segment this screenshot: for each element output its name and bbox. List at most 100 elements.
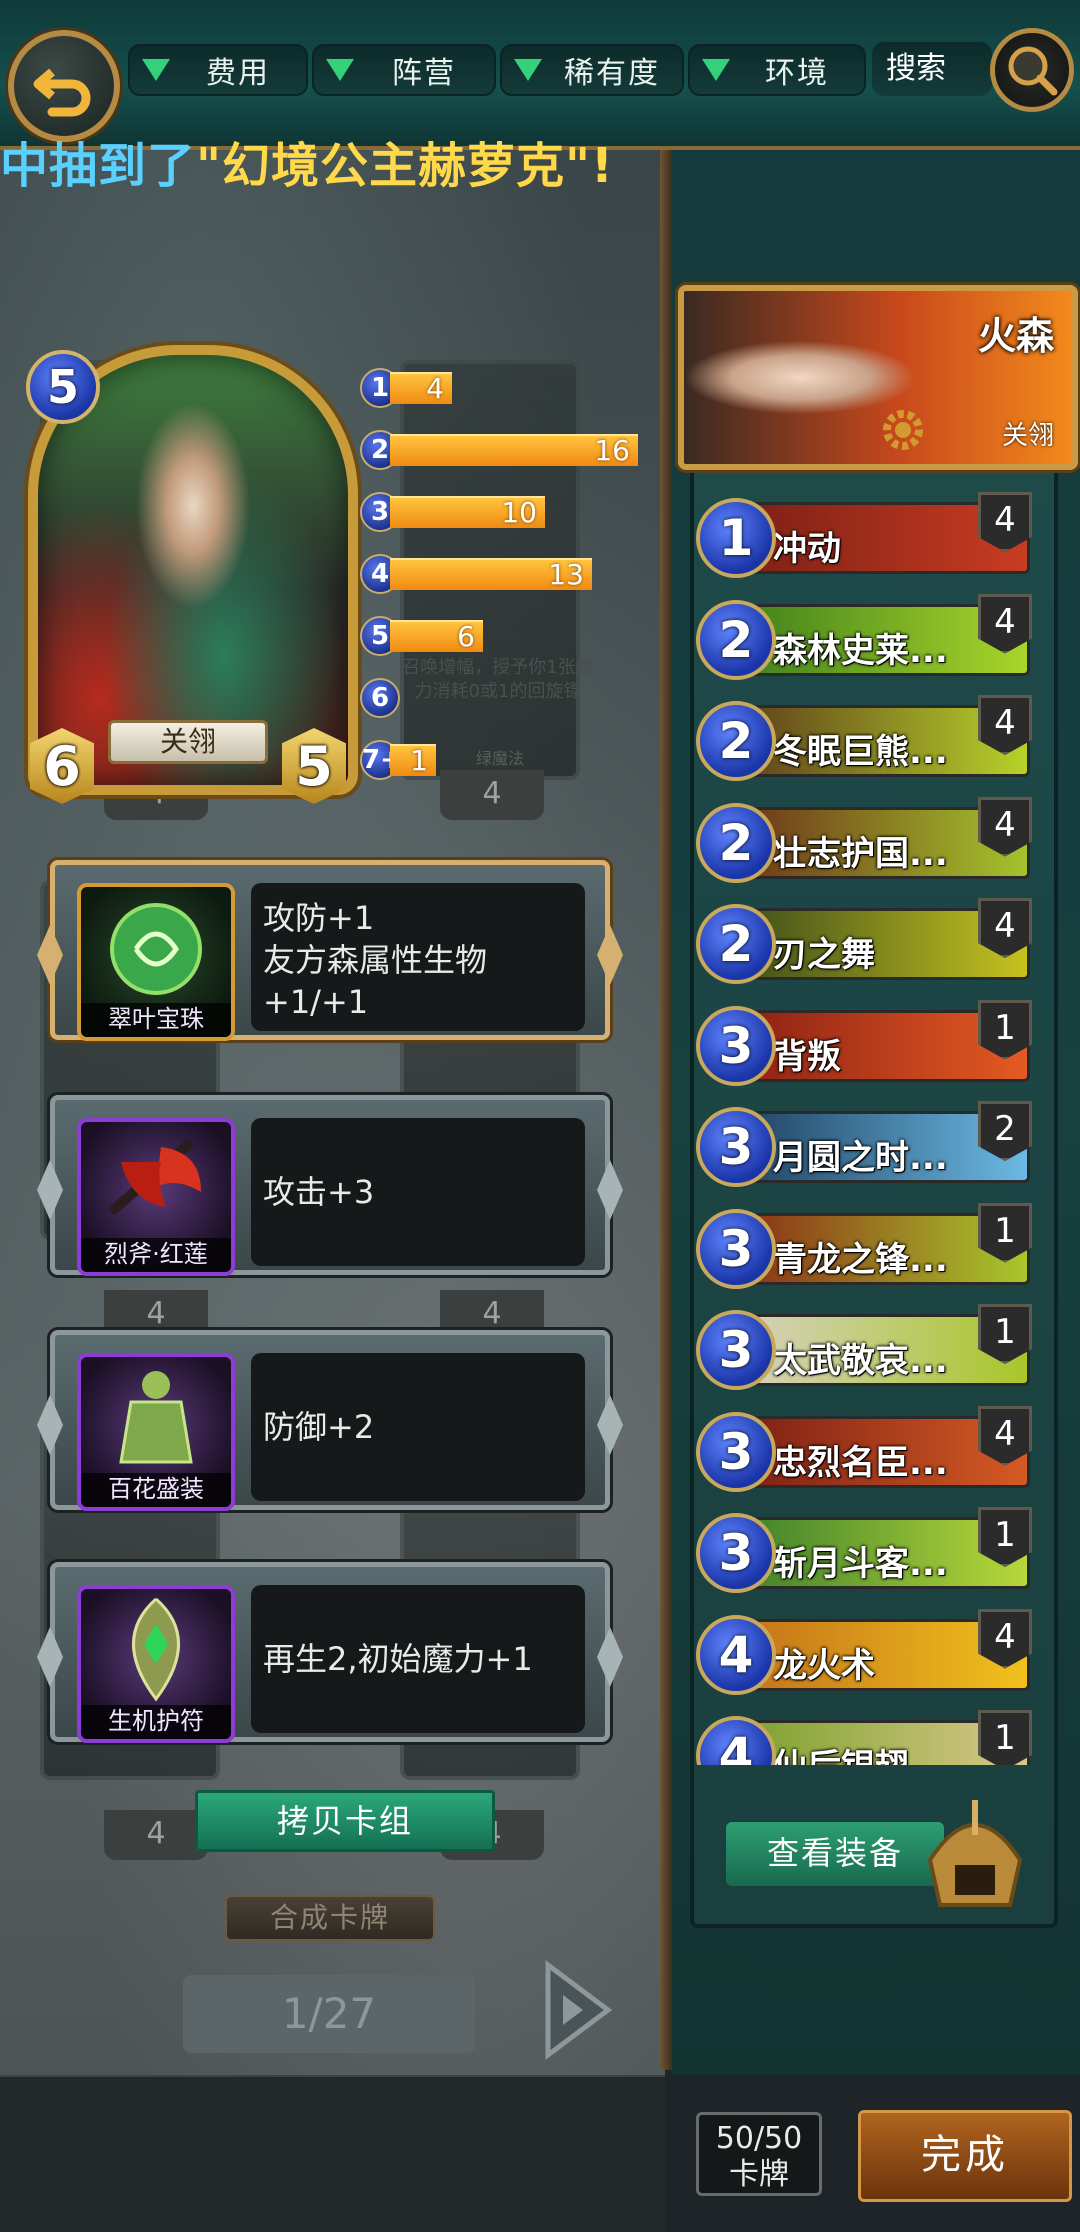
armor-graphic bbox=[119, 1371, 193, 1464]
helmet-icon bbox=[927, 1800, 1023, 1907]
histogram-row: 3 10 bbox=[360, 492, 640, 532]
histogram-bar: 10 bbox=[390, 496, 545, 528]
deck-card-name: 冬眠巨熊... bbox=[773, 732, 948, 772]
done-button[interactable]: 完成 bbox=[858, 2110, 1072, 2202]
mini-card-type: 绿魔法 bbox=[475, 749, 524, 768]
back-arrow-icon bbox=[33, 68, 91, 117]
amulet-icon: 生机护符 bbox=[77, 1585, 235, 1743]
filter-faction[interactable]: 阵营 bbox=[312, 44, 496, 96]
deck-card-item[interactable]: 仙后银翅...41 bbox=[696, 1710, 1036, 1765]
deck-card-cost: 2 bbox=[696, 599, 776, 680]
dropdown-triangle-icon bbox=[514, 59, 542, 81]
deck-card-name: 壮志护国... bbox=[773, 833, 948, 874]
deck-card-item[interactable]: 忠烈名臣... 3 4 bbox=[696, 1405, 1036, 1496]
histogram-row: 14 bbox=[360, 368, 640, 408]
deck-count-value: 50/50 bbox=[715, 2121, 803, 2156]
equipment-name: 烈斧·红莲 bbox=[81, 1238, 231, 1272]
equipment-slot[interactable]: 烈斧·红莲 攻击+3 bbox=[37, 1095, 623, 1276]
deck-card-name: 刃之舞 bbox=[773, 935, 875, 975]
equipment-slot[interactable]: 百花盛装 防御+2 bbox=[37, 1330, 623, 1511]
histogram-bar: 16 bbox=[390, 434, 638, 466]
deck-card-count: 50/50 卡牌 bbox=[696, 2112, 822, 2196]
equipment-name: 翠叶宝珠 bbox=[81, 1003, 231, 1037]
hero-cost-gem: 5 bbox=[26, 350, 100, 424]
deck-card-cost: 2 bbox=[696, 802, 776, 883]
axe-graphic bbox=[107, 1138, 201, 1216]
deck-card-cost: 4 bbox=[696, 1614, 776, 1695]
amulet-graphic bbox=[132, 1597, 180, 1702]
equipment-desc: 再生2,初始魔力+1 bbox=[251, 1585, 585, 1733]
deck-card-item[interactable]: 龙火术 4 4 bbox=[696, 1608, 1036, 1699]
filter-label: 稀有度 bbox=[564, 56, 660, 91]
orb-graphic bbox=[110, 903, 202, 995]
copy-deck-button[interactable]: 拷贝卡组 bbox=[195, 1790, 495, 1852]
mini-card-text: 召唤增幅，授予你1张魔力消耗0或1的回旋镖 bbox=[402, 657, 594, 702]
histogram-row: 4 13 bbox=[360, 554, 640, 594]
armor-icon: 百花盛装 bbox=[77, 1353, 235, 1511]
deck-card-item[interactable]: 森林史莱... 2 4 bbox=[696, 593, 1036, 684]
deck-card-item[interactable]: 太武敬哀... 3 1 bbox=[696, 1304, 1036, 1394]
equipment-name: 百花盛装 bbox=[81, 1473, 231, 1507]
deck-hero-banner[interactable]: 火森 关翎 bbox=[678, 285, 1078, 470]
deck-card-name: 冲动 bbox=[773, 529, 841, 569]
combine-cards-button[interactable]: 合成卡牌 bbox=[225, 1895, 435, 1941]
deck-card-cost: 2 bbox=[696, 701, 776, 781]
deck-card-cost: 3 bbox=[696, 1208, 776, 1289]
equipment-name: 生机护符 bbox=[81, 1705, 231, 1739]
deck-card-list[interactable]: 冲动 1 4 森林史莱... 2 4 冬眠巨熊... 2 4 壮志护国... 2 4 刃之舞 2 4 背叛 3 1… bbox=[690, 480, 1058, 1765]
axe-icon: 烈斧·红莲 bbox=[77, 1118, 235, 1276]
collection-count: 4 bbox=[104, 1810, 208, 1860]
filter-rarity[interactable]: 稀有度 bbox=[500, 44, 684, 96]
deck-card-item[interactable]: 月圆之时... 3 2 bbox=[696, 1101, 1036, 1191]
histogram-row: 2 16 bbox=[360, 430, 640, 470]
deck-card-cost: 3 bbox=[696, 1513, 776, 1593]
dropdown-triangle-icon bbox=[142, 59, 170, 81]
deck-card-name: 太武敬哀... bbox=[773, 1341, 948, 1381]
equipment-desc: 防御+2 bbox=[251, 1353, 585, 1501]
search-input[interactable]: 搜索 bbox=[872, 42, 992, 96]
deck-card-item[interactable]: 斩月斗客... 3 1 bbox=[696, 1507, 1036, 1597]
deck-card-item[interactable]: 背叛 3 1 bbox=[696, 999, 1036, 1090]
hero-attack-stat: 6 bbox=[30, 728, 94, 804]
deck-card-name: 青龙之锋... bbox=[773, 1239, 948, 1280]
deck-card-item[interactable]: 壮志护国... 2 4 bbox=[696, 796, 1036, 887]
deck-card-item[interactable]: 刃之舞 2 4 bbox=[696, 898, 1036, 988]
search-button[interactable] bbox=[990, 28, 1074, 112]
deck-card-name: 仙后银翅... bbox=[773, 1739, 948, 1765]
histogram-bar: 6 bbox=[390, 620, 483, 652]
deck-card-item[interactable]: 青龙之锋... 3 1 bbox=[696, 1202, 1036, 1293]
filter-label: 环境 bbox=[765, 56, 829, 91]
equipment-slot[interactable]: 翠叶宝珠 攻防+1 友方森属性生物+1/+1 bbox=[37, 860, 623, 1041]
page-indicator: 1/27 bbox=[183, 1975, 475, 2053]
dropdown-triangle-icon bbox=[326, 59, 354, 81]
deck-count-label: 卡牌 bbox=[729, 2157, 789, 2192]
equipment-slot[interactable]: 生机护符 再生2,初始魔力+1 bbox=[37, 1562, 623, 1743]
deck-card-cost: 3 bbox=[696, 1107, 776, 1187]
announcement-marquee: 中抽到了"幻境公主赫萝克"! bbox=[0, 126, 700, 196]
histogram-bar: 13 bbox=[390, 558, 592, 590]
next-page-arrow-icon[interactable] bbox=[528, 1955, 618, 2065]
deck-card-name: 斩月斗客... bbox=[773, 1544, 948, 1584]
hero-card-name: 关翎 bbox=[108, 720, 268, 764]
equipment-desc: 攻防+1 友方森属性生物+1/+1 bbox=[251, 883, 585, 1031]
deck-card-name: 龙火术 bbox=[773, 1645, 875, 1686]
filter-label: 阵营 bbox=[392, 56, 456, 91]
deck-card-quantity: 1 bbox=[978, 1710, 1032, 1765]
deck-card-cost: 2 bbox=[696, 904, 776, 984]
leaf-orb-icon: 翠叶宝珠 bbox=[77, 883, 235, 1041]
equipment-desc: 攻击+3 bbox=[251, 1118, 585, 1266]
deck-card-name: 忠烈名臣... bbox=[773, 1442, 948, 1483]
marquee-highlight: "幻境公主赫萝克"! bbox=[196, 138, 614, 194]
magnifier-icon bbox=[1008, 46, 1058, 96]
deck-card-item[interactable]: 冲动 1 4 bbox=[696, 492, 1036, 582]
gear-icon[interactable] bbox=[879, 406, 927, 454]
histogram-cost-gem: 6 bbox=[360, 678, 400, 718]
filter-cost[interactable]: 费用 bbox=[128, 44, 308, 96]
marquee-text: 中抽到了 bbox=[0, 138, 197, 194]
deck-card-cost: 3 bbox=[696, 1411, 776, 1492]
deck-name: 火森 bbox=[977, 314, 1054, 358]
filter-environment[interactable]: 环境 bbox=[688, 44, 866, 96]
deck-card-item[interactable]: 冬眠巨熊... 2 4 bbox=[696, 695, 1036, 785]
deck-card-cost: 3 bbox=[696, 1310, 776, 1390]
filter-label: 费用 bbox=[206, 56, 270, 91]
